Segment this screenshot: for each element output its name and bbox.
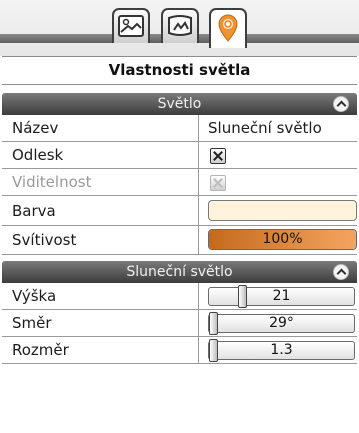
property-row-name: Název Sluneční světlo: [2, 115, 357, 142]
property-row-reflection: Odlesk: [2, 142, 357, 169]
column-divider: [198, 337, 199, 363]
light-section-header[interactable]: Světlo: [2, 93, 357, 115]
color-swatch[interactable]: [208, 200, 357, 221]
column-divider: [198, 115, 199, 141]
property-row-height: Výška 21: [2, 283, 357, 310]
size-value: 1.3: [270, 342, 293, 358]
tab-bar: [0, 0, 359, 56]
tab-scene[interactable]: [112, 8, 150, 43]
property-row-visibility: Viditelnost: [2, 169, 357, 196]
column-divider: [198, 142, 199, 168]
collapse-icon[interactable]: [333, 264, 349, 280]
visibility-checkbox: [210, 175, 226, 191]
height-label: Výška: [12, 287, 57, 305]
reflection-label: Odlesk: [12, 146, 64, 164]
panel-title: Vlastnosti světla: [2, 56, 357, 85]
intensity-value: 100%: [262, 231, 303, 247]
column-divider: [198, 196, 199, 225]
height-slider[interactable]: 21: [208, 285, 355, 308]
height-value: 21: [272, 288, 291, 304]
color-label: Barva: [12, 202, 56, 220]
name-label: Název: [12, 119, 59, 137]
light-section-title: Světlo: [157, 96, 202, 112]
property-row-intensity: Svítivost 100%: [2, 226, 357, 255]
visibility-label: Viditelnost: [12, 173, 92, 191]
name-value[interactable]: Sluneční světlo: [208, 115, 322, 142]
sun-section-title: Sluneční světlo: [126, 264, 233, 280]
collapse-icon[interactable]: [333, 96, 349, 112]
sun-section-header[interactable]: Sluneční světlo: [2, 261, 357, 283]
intensity-bar[interactable]: 100%: [208, 229, 357, 250]
property-row-size: Rozměr 1.3: [2, 337, 357, 364]
column-divider: [198, 283, 199, 309]
property-row-direction: Směr 29°: [2, 310, 357, 337]
size-label: Rozměr: [12, 341, 69, 359]
direction-value: 29°: [269, 315, 294, 331]
column-divider: [198, 169, 199, 195]
reflection-checkbox[interactable]: [210, 148, 226, 164]
direction-label: Směr: [12, 314, 52, 332]
property-row-color: Barva: [2, 196, 357, 226]
column-divider: [198, 310, 199, 336]
direction-slider[interactable]: 29°: [208, 312, 355, 335]
intensity-label: Svítivost: [12, 231, 77, 249]
column-divider: [198, 226, 199, 254]
tab-light[interactable]: [209, 8, 247, 48]
size-slider[interactable]: 1.3: [208, 339, 355, 362]
tab-material[interactable]: [161, 8, 199, 43]
